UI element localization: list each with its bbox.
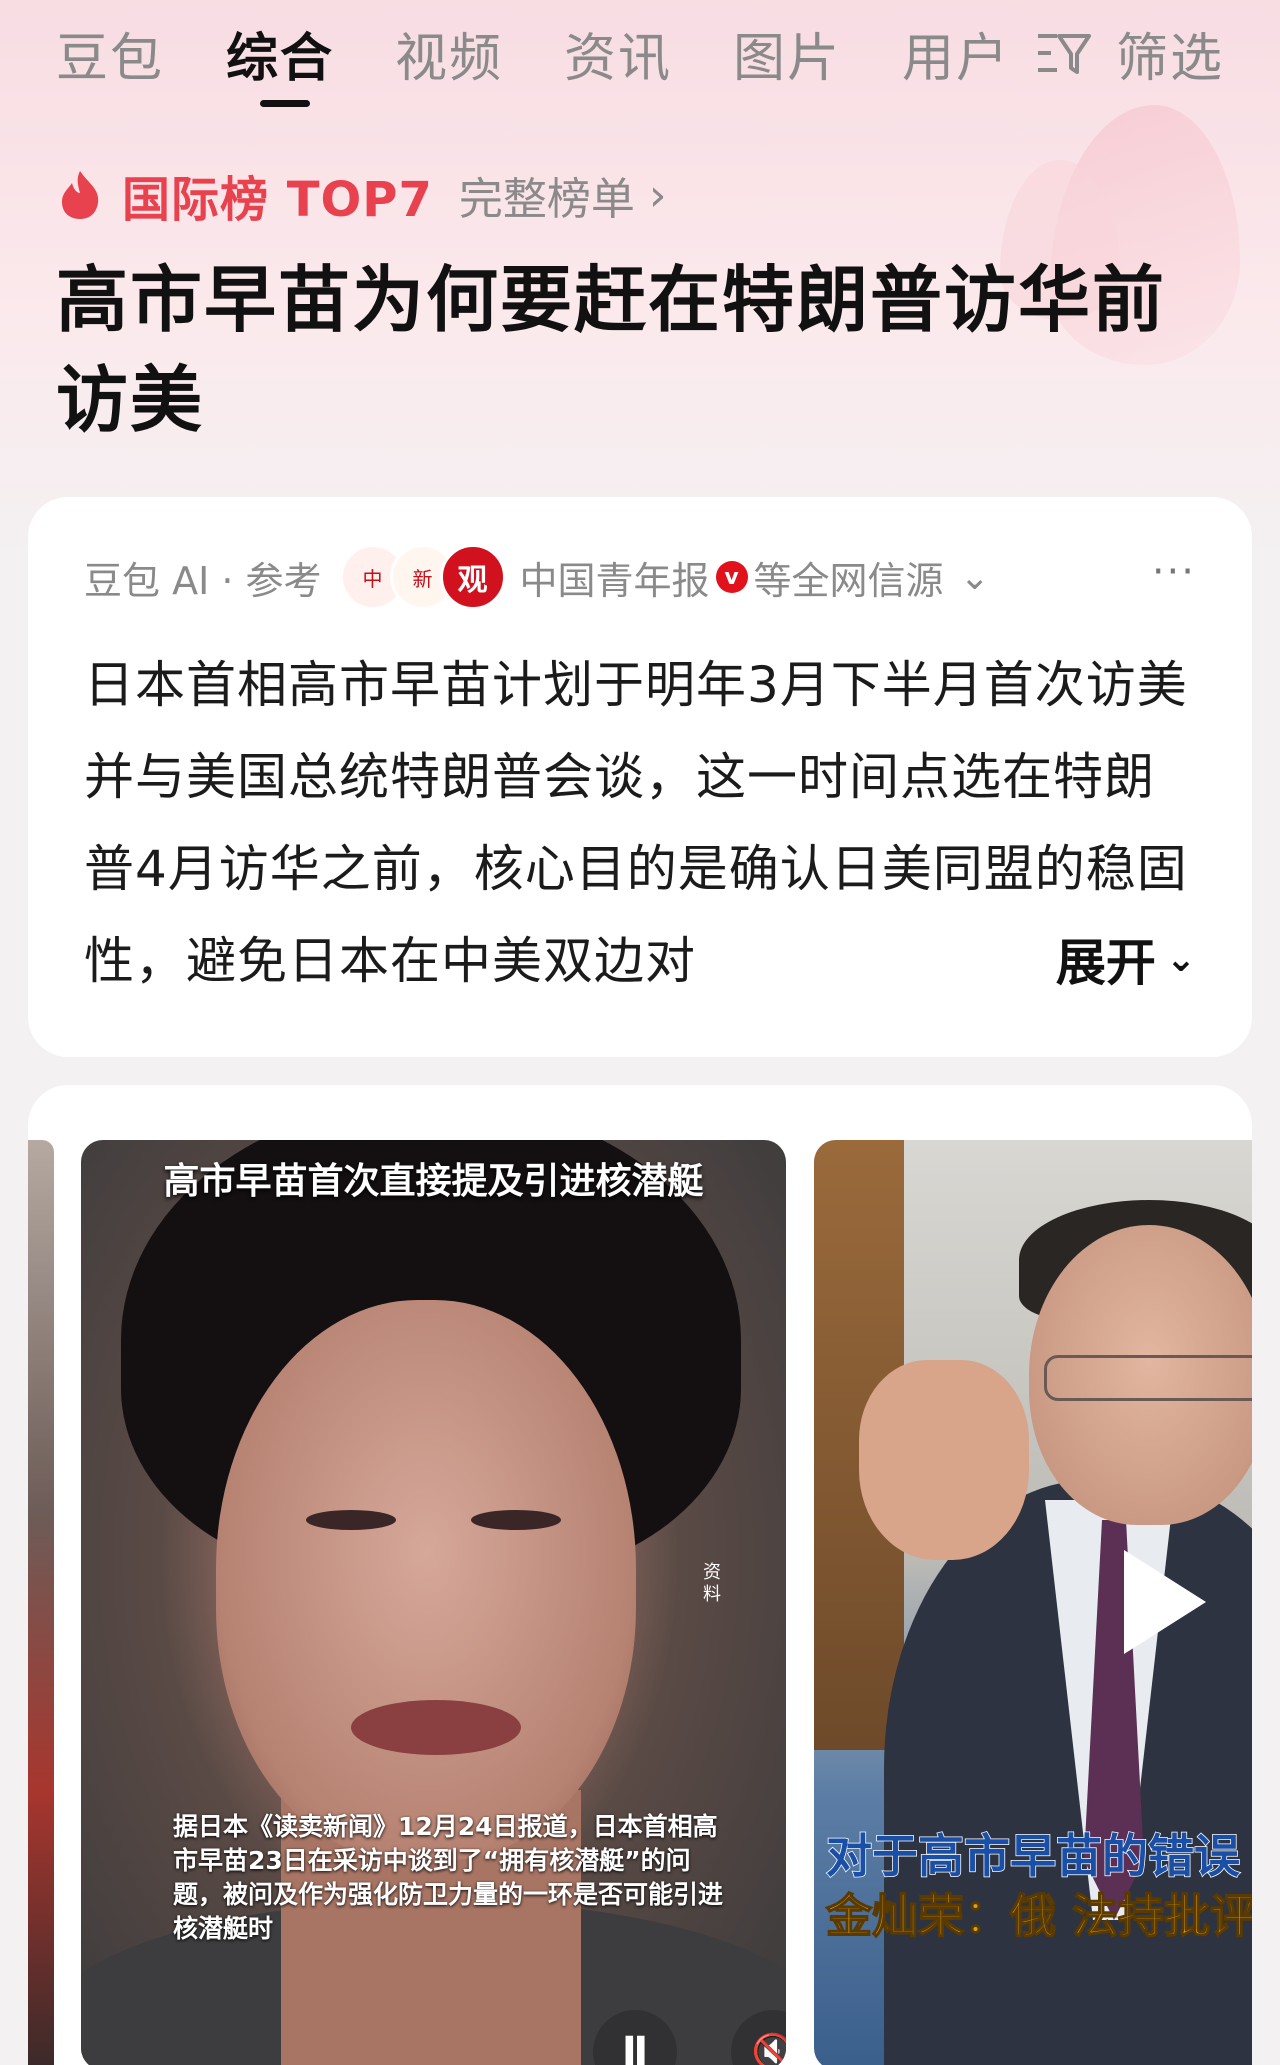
- fire-icon: [62, 171, 99, 219]
- tab-doubao[interactable]: 豆包: [56, 16, 164, 91]
- filter-button[interactable]: 筛选: [1116, 16, 1224, 91]
- video-card[interactable]: 高市早苗首次直接提及引进核潜艇 资料 据日本《读卖新闻》12月24日报道，日本首…: [81, 1140, 786, 2065]
- video-caption: 据日本《读卖新闻》12月24日报道，日本首相高市早苗23日在采访中谈到了“拥有核…: [173, 1812, 724, 1943]
- video-card[interactable]: 对于高市早苗的错误 金灿荣：俄 法持批评: [814, 1140, 1252, 2065]
- verified-badge-icon: v: [715, 561, 748, 593]
- tab-video[interactable]: 视频: [395, 16, 503, 91]
- video-thumbnail-shape: [306, 1510, 396, 1530]
- video-thumbnail-shape: [351, 1700, 521, 1755]
- trending-rank-row[interactable]: 国际榜 TOP7 完整榜单 ›: [58, 163, 667, 228]
- video-top-title: 高市早苗首次直接提及引进核潜艇: [163, 1161, 704, 1202]
- play-icon[interactable]: [1124, 1550, 1206, 1654]
- source-suffix: 等全网信源: [753, 558, 944, 603]
- video-thumbnail-shape: [859, 1360, 1029, 1560]
- video-thumbnail-shape: [1044, 1355, 1252, 1401]
- chevron-down-icon: ⌄: [959, 556, 990, 598]
- chevron-down-icon: ⌄: [1165, 938, 1196, 980]
- tab-users[interactable]: 用户: [902, 16, 1010, 91]
- rank-title: 国际榜 TOP7: [122, 172, 433, 228]
- filter-icon[interactable]: [1035, 30, 1093, 76]
- video-caption-line-1: 对于高市早苗的错误: [825, 1828, 1241, 1884]
- active-tab-indicator: [260, 100, 310, 107]
- search-tab-bar: 豆包 综合 视频 资讯 图片 用户 筛选: [0, 0, 1280, 110]
- source-name: 中国青年报: [519, 558, 710, 603]
- video-card-partial[interactable]: [28, 1140, 54, 2065]
- source-line[interactable]: 豆包 AI · 参考 中 新 观 中国青年报 v 等全网信源 ⌄: [84, 544, 990, 610]
- tab-images[interactable]: 图片: [733, 16, 841, 91]
- more-options-icon[interactable]: ···: [1152, 549, 1196, 595]
- video-carousel: 高市早苗首次直接提及引进核潜艇 资料 据日本《读卖新闻》12月24日报道，日本首…: [28, 1085, 1252, 2065]
- full-list-link[interactable]: 完整榜单: [459, 163, 635, 227]
- expand-button[interactable]: 展开 ⌄: [1056, 923, 1196, 995]
- video-thumbnail-shape: [471, 1510, 561, 1530]
- chevron-right-icon: ›: [648, 169, 667, 221]
- source-prefix: 豆包 AI · 参考: [84, 558, 322, 603]
- tab-comprehensive[interactable]: 综合: [226, 16, 334, 91]
- tab-news[interactable]: 资讯: [564, 16, 672, 91]
- video-caption-line-2: 金灿荣：俄 法持批评: [825, 1888, 1252, 1944]
- video-thumbnail-shape: [216, 1300, 636, 1860]
- page-title: 高市早苗为何要赶在特朗普访华前访美: [56, 258, 1167, 442]
- video-side-note: 资料: [703, 1562, 721, 1605]
- ai-summary-card: 豆包 AI · 参考 中 新 观 中国青年报 v 等全网信源 ⌄ ··· 日本首…: [28, 497, 1252, 1057]
- expand-label: 展开: [1055, 934, 1156, 992]
- source-logos: 中 新 观: [339, 544, 506, 610]
- guan-logo: 观: [439, 544, 506, 610]
